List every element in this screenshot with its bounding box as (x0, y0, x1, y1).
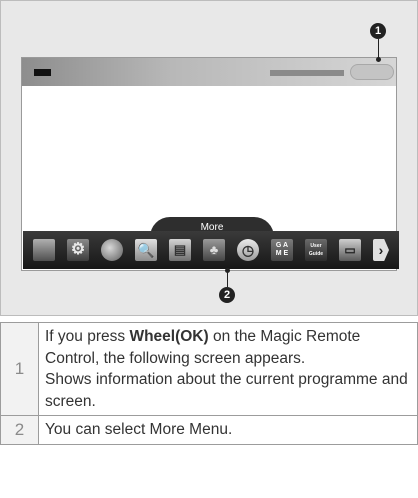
globe-icon[interactable] (101, 239, 123, 261)
legend-bold-key: Wheel(OK) (129, 328, 209, 345)
input-icon[interactable]: ▭ (339, 239, 361, 261)
legend-table: 1 If you press Wheel(OK) on the Magic Re… (0, 322, 418, 445)
legend-text: If you press (45, 328, 130, 345)
callout-2-leader (227, 271, 228, 287)
gear-icon[interactable]: ⚙ (67, 239, 89, 261)
info-pill[interactable] (350, 64, 394, 80)
tv-guide-icon[interactable]: ▤ (169, 239, 191, 261)
callout-1: 1 (370, 23, 386, 39)
bell-icon[interactable]: ♣ (203, 239, 225, 261)
callout-2-dot (225, 268, 230, 273)
search-icon[interactable]: 🔍 (135, 239, 157, 261)
tv-icon[interactable] (33, 239, 55, 261)
legend-number: 2 (0, 415, 39, 445)
more-menu-bar: ⚙ 🔍 ▤ ♣ ◷ G A M E User Guide ▭ › (23, 231, 399, 269)
user-guide-icon[interactable]: User Guide (305, 239, 327, 261)
callout-1-leader (378, 39, 379, 59)
legend-row: 1 If you press Wheel(OK) on the Magic Re… (0, 322, 418, 416)
illustration-panel: More ⚙ 🔍 ▤ ♣ ◷ G A M E User Guide ▭ › 1 … (0, 0, 418, 316)
legend-number: 1 (0, 322, 39, 416)
channel-logo (34, 69, 51, 76)
game-icon[interactable]: G A M E (271, 239, 293, 261)
info-strip (270, 70, 344, 76)
legend-description: You can select More Menu. (38, 415, 418, 445)
programme-info-bar[interactable] (22, 58, 396, 86)
legend-description: If you press Wheel(OK) on the Magic Remo… (38, 322, 418, 416)
legend-row: 2 You can select More Menu. (0, 415, 418, 445)
legend-text: Shows information about the current prog… (45, 371, 408, 410)
callout-1-dot (376, 57, 381, 62)
callout-2: 2 (219, 287, 235, 303)
clock-icon[interactable]: ◷ (237, 239, 259, 261)
arrow-right-icon[interactable]: › (373, 239, 389, 261)
